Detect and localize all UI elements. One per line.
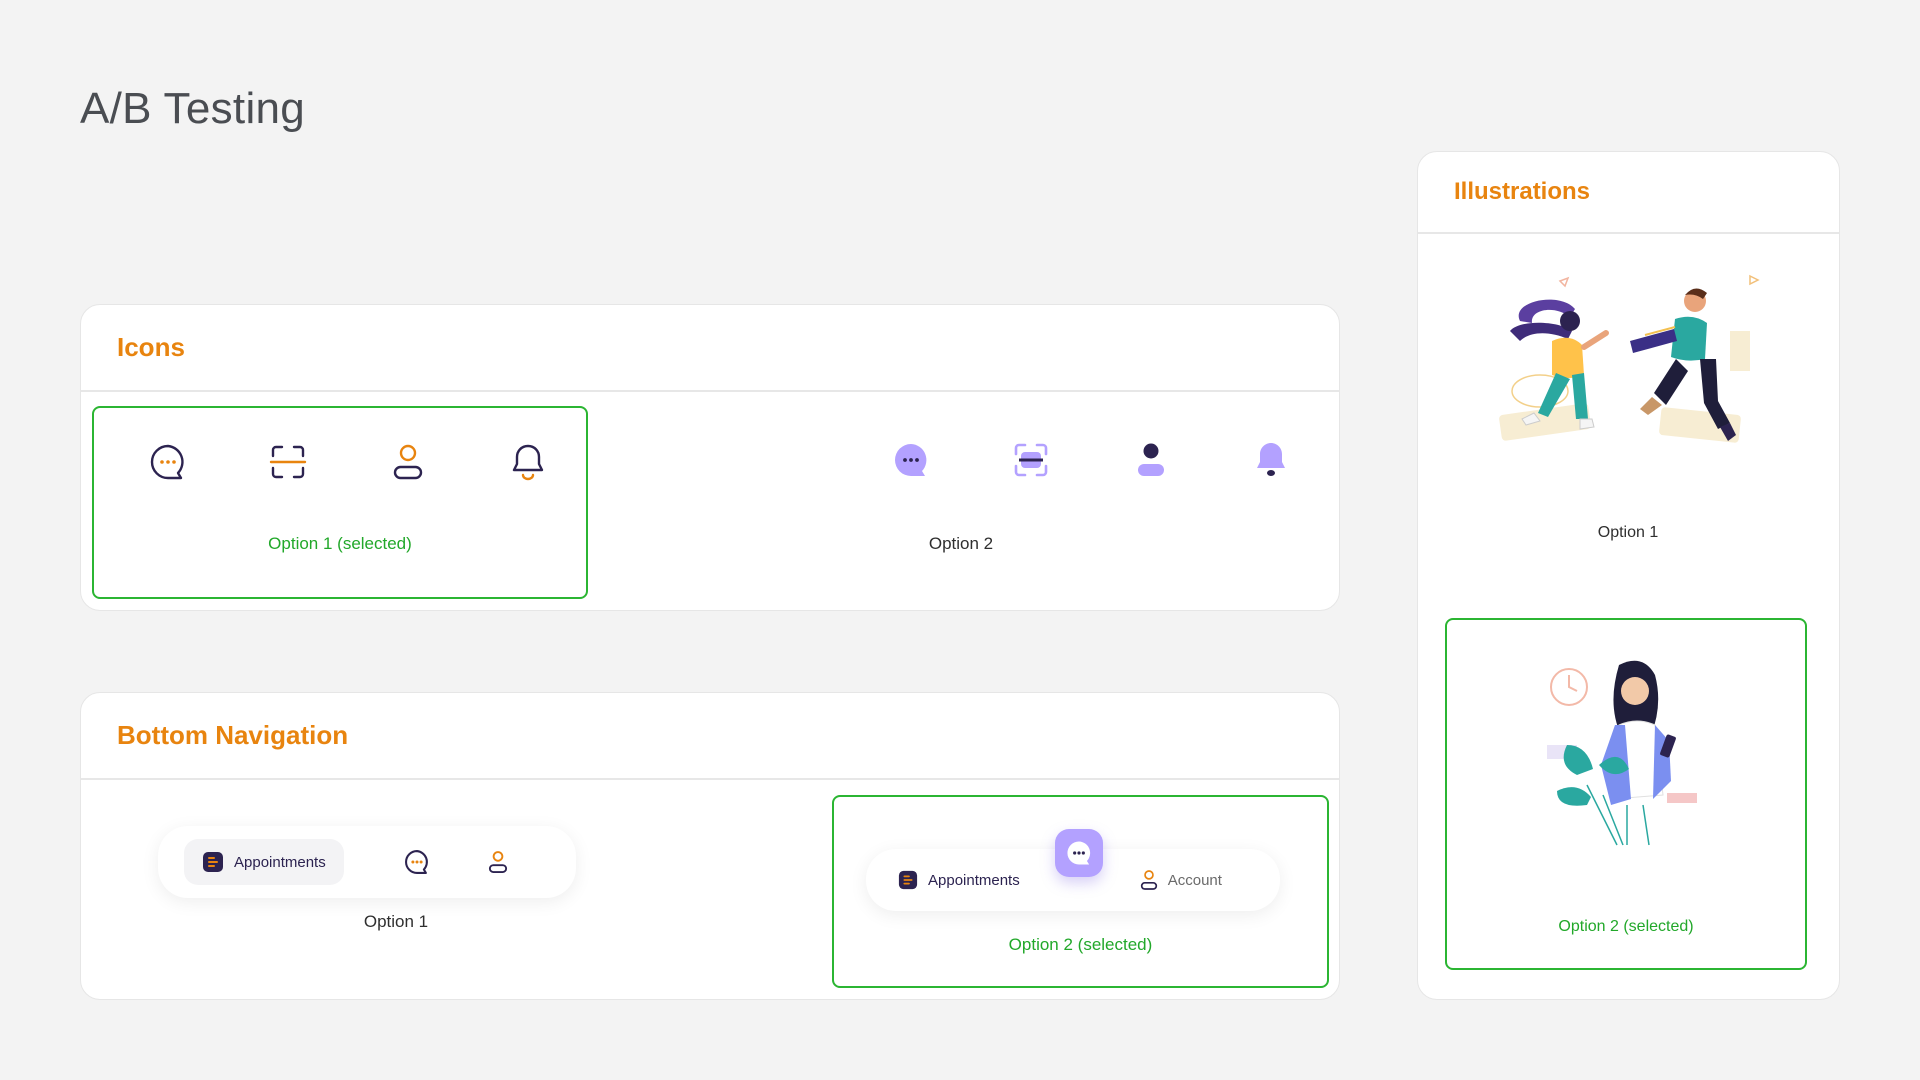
nav-option-1-appointments-tab[interactable]: Appointments: [184, 839, 344, 885]
icons-option-1-label: Option 1 (selected): [268, 534, 412, 553]
scan-filled-icon: [971, 438, 1091, 482]
woman-with-phone-illustration: [1547, 655, 1717, 855]
nav-option-2-account-label: Account: [1167, 871, 1222, 889]
bottom-navigation-panel-header: Bottom Navigation: [81, 693, 1339, 780]
chat-filled-icon: [1067, 841, 1091, 865]
appointments-icon: [203, 852, 223, 872]
illustration-option-1[interactable]: Option 1: [1430, 236, 1826, 576]
icons-option-2[interactable]: Option 2: [601, 406, 1321, 599]
illustrations-panel-title: Illustrations: [1454, 178, 1591, 205]
nav-option-2-appointments-tab[interactable]: Appointments: [898, 870, 1020, 890]
user-outline-icon: [1140, 870, 1157, 890]
nav-option-2-account-tab[interactable]: Account: [1140, 868, 1222, 892]
chat-outline-icon: [108, 440, 228, 484]
bottom-navigation-panel: Bottom Navigation Appointments Option 1 …: [80, 692, 1340, 1000]
icons-panel: Icons Option 1 (selected) Option 2: [80, 304, 1340, 611]
illustration-option-2[interactable]: Option 2 (selected): [1445, 618, 1807, 970]
nav-option-1-label: Option 1: [363, 912, 429, 931]
nav-option-1-bar: Appointments: [158, 826, 576, 898]
nav-option-2-appointments-label: Appointments: [928, 871, 1020, 889]
illustration-option-1-label: Option 1: [1597, 524, 1659, 541]
bell-filled-icon: [1211, 438, 1331, 482]
icons-panel-title: Icons: [117, 332, 185, 362]
bell-outline-icon: [468, 440, 588, 484]
illustrations-panel-header: Illustrations: [1418, 152, 1839, 234]
icons-option-1-row: [108, 440, 588, 484]
nav-option-2[interactable]: Appointments Account Option 2 (selected): [832, 795, 1329, 988]
nav-option-1-account-tab[interactable]: [488, 849, 508, 875]
scan-outline-icon: [228, 440, 348, 484]
appointments-icon: [898, 870, 918, 890]
bottom-navigation-panel-title: Bottom Navigation: [117, 720, 349, 750]
icons-panel-header: Icons: [81, 305, 1339, 392]
user-filled-icon: [1091, 438, 1211, 482]
icons-option-2-row: [851, 438, 1331, 482]
user-outline-icon: [488, 851, 507, 873]
icons-option-1[interactable]: Option 1 (selected): [92, 406, 588, 599]
celebration-illustration: [1480, 261, 1780, 481]
nav-option-1-chat-tab[interactable]: [404, 849, 430, 875]
chat-filled-icon: [851, 438, 971, 482]
chat-outline-icon: [404, 850, 428, 874]
nav-option-1[interactable]: Appointments Option 1: [81, 782, 741, 992]
page-title: A/B Testing: [80, 84, 306, 133]
user-outline-icon: [348, 440, 468, 484]
illustration-option-2-label: Option 2 (selected): [1558, 918, 1694, 935]
nav-option-1-appointments-label: Appointments: [234, 853, 326, 871]
nav-option-2-label: Option 2 (selected): [1008, 935, 1153, 954]
illustrations-panel: Illustrations Option 1 Option 2 (selecte…: [1417, 151, 1840, 1000]
icons-option-2-label: Option 2: [928, 534, 994, 553]
nav-option-2-chat-fab[interactable]: [1055, 829, 1103, 877]
